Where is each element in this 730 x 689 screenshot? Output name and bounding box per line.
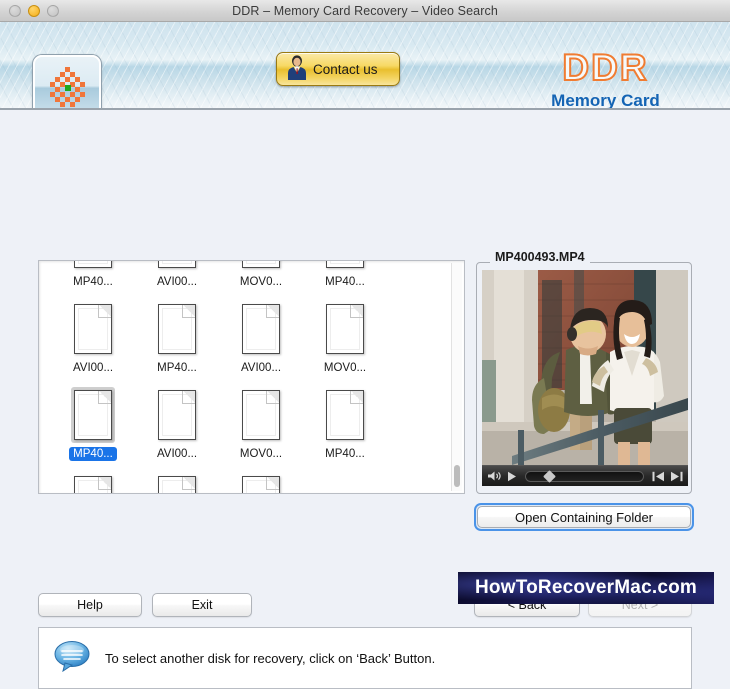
file-item[interactable]: MP40... <box>225 473 297 493</box>
play-icon[interactable] <box>507 471 517 482</box>
contact-us-label: Contact us <box>313 61 378 77</box>
document-icon <box>158 304 196 354</box>
file-item[interactable]: MP40... <box>309 261 381 289</box>
file-item-selected[interactable]: MP40... <box>57 387 129 461</box>
file-document-icon <box>239 473 283 493</box>
file-item[interactable]: MOV0... <box>141 473 213 493</box>
close-button-icon[interactable] <box>9 4 21 17</box>
document-icon <box>242 261 280 268</box>
file-name-label: MOV0... <box>239 276 283 288</box>
file-list-scrollbar[interactable] <box>451 263 462 491</box>
exit-button[interactable]: Exit <box>152 593 252 617</box>
file-grid: MP40... AVI00... MOV0... MP40... AVI00... MP4… <box>39 261 464 493</box>
preview-file-name: MP400493.MP4 <box>490 250 590 264</box>
document-icon <box>242 476 280 493</box>
brand-logo: DDR Memory Card <box>513 47 698 110</box>
document-icon <box>74 261 112 268</box>
step-forward-icon[interactable] <box>670 471 683 482</box>
file-name-label: MP40... <box>73 276 113 288</box>
ddr-app-icon <box>33 55 101 108</box>
file-name-label: AVI00... <box>156 448 198 460</box>
document-icon <box>158 390 196 440</box>
file-name-label: MOV0... <box>323 362 367 374</box>
file-name-label: MP40... <box>325 448 365 460</box>
video-still-image <box>482 270 688 465</box>
document-icon <box>74 476 112 493</box>
file-name-label: MP40... <box>69 447 117 461</box>
document-icon <box>242 304 280 354</box>
open-containing-folder-button[interactable]: Open Containing Folder <box>477 506 691 528</box>
file-document-icon <box>155 387 199 443</box>
file-document-icon <box>239 387 283 443</box>
file-item[interactable]: AVI00... <box>141 261 213 289</box>
file-name-label: MOV0... <box>239 448 283 460</box>
zoom-button-icon[interactable] <box>47 4 59 17</box>
video-player-controls <box>482 465 688 486</box>
file-name-label: AVI00... <box>72 362 114 374</box>
file-item[interactable]: AVI00... <box>57 473 129 493</box>
title-bar: DDR – Memory Card Recovery – Video Searc… <box>0 0 730 22</box>
document-icon <box>326 304 364 354</box>
person-icon <box>285 54 309 85</box>
document-icon <box>158 261 196 268</box>
file-item[interactable]: MOV0... <box>309 301 381 375</box>
watermark-text: HowToRecoverMac.com <box>474 577 697 598</box>
file-document-icon <box>155 261 199 271</box>
scrubber-handle[interactable] <box>542 469 556 483</box>
file-document-icon <box>239 261 283 271</box>
file-document-icon <box>323 261 367 271</box>
main-content: MP40... AVI00... MOV0... MP40... AVI00... MP4… <box>0 110 730 689</box>
file-document-icon <box>71 387 115 443</box>
file-document-icon <box>155 301 199 357</box>
file-item[interactable]: AVI00... <box>57 301 129 375</box>
status-message-text: To select another disk for recovery, cli… <box>105 650 436 666</box>
file-name-label: AVI00... <box>156 276 198 288</box>
file-item[interactable]: MP40... <box>141 301 213 375</box>
app-banner: Contact us DDR Memory Card <box>0 22 730 110</box>
status-message-box: To select another disk for recovery, cli… <box>38 627 692 689</box>
speech-bubble-icon <box>53 640 91 677</box>
scrollbar-thumb[interactable] <box>454 465 460 487</box>
document-icon <box>158 476 196 493</box>
document-icon <box>242 390 280 440</box>
file-item[interactable]: MOV0... <box>225 387 297 461</box>
brand-subtitle: Memory Card <box>551 91 660 110</box>
file-document-icon <box>71 473 115 493</box>
window-title: DDR – Memory Card Recovery – Video Searc… <box>232 3 498 18</box>
file-document-icon <box>323 387 367 443</box>
file-document-icon <box>323 301 367 357</box>
watermark-badge: HowToRecoverMac.com <box>458 572 714 604</box>
file-document-icon <box>71 301 115 357</box>
file-document-icon <box>71 261 115 271</box>
file-name-label: MP40... <box>157 362 197 374</box>
minimize-button-icon[interactable] <box>28 4 40 17</box>
video-scrubber[interactable] <box>525 469 644 483</box>
brand-name: DDR <box>561 47 649 89</box>
video-preview[interactable] <box>482 270 688 486</box>
file-item[interactable]: AVI00... <box>141 387 213 461</box>
file-document-icon <box>239 301 283 357</box>
step-back-icon[interactable] <box>652 471 665 482</box>
file-item[interactable]: AVI00... <box>225 301 297 375</box>
file-item[interactable]: MP40... <box>309 387 381 461</box>
file-name-label: MP40... <box>325 276 365 288</box>
traffic-light-group <box>0 4 59 17</box>
file-name-label: AVI00... <box>240 362 282 374</box>
app-window: DDR – Memory Card Recovery – Video Searc… <box>0 0 730 689</box>
file-document-icon <box>155 473 199 493</box>
document-icon <box>74 304 112 354</box>
file-item[interactable]: MP40... <box>57 261 129 289</box>
contact-us-button[interactable]: Contact us <box>276 52 400 86</box>
help-button[interactable]: Help <box>38 593 142 617</box>
open-containing-folder-focus-ring: Open Containing Folder <box>474 503 694 531</box>
document-icon <box>74 390 112 440</box>
volume-icon[interactable] <box>487 470 502 482</box>
document-icon <box>326 261 364 268</box>
file-list-panel[interactable]: MP40... AVI00... MOV0... MP40... AVI00... MP4… <box>38 260 465 494</box>
document-icon <box>326 390 364 440</box>
file-item[interactable]: MOV0... <box>225 261 297 289</box>
